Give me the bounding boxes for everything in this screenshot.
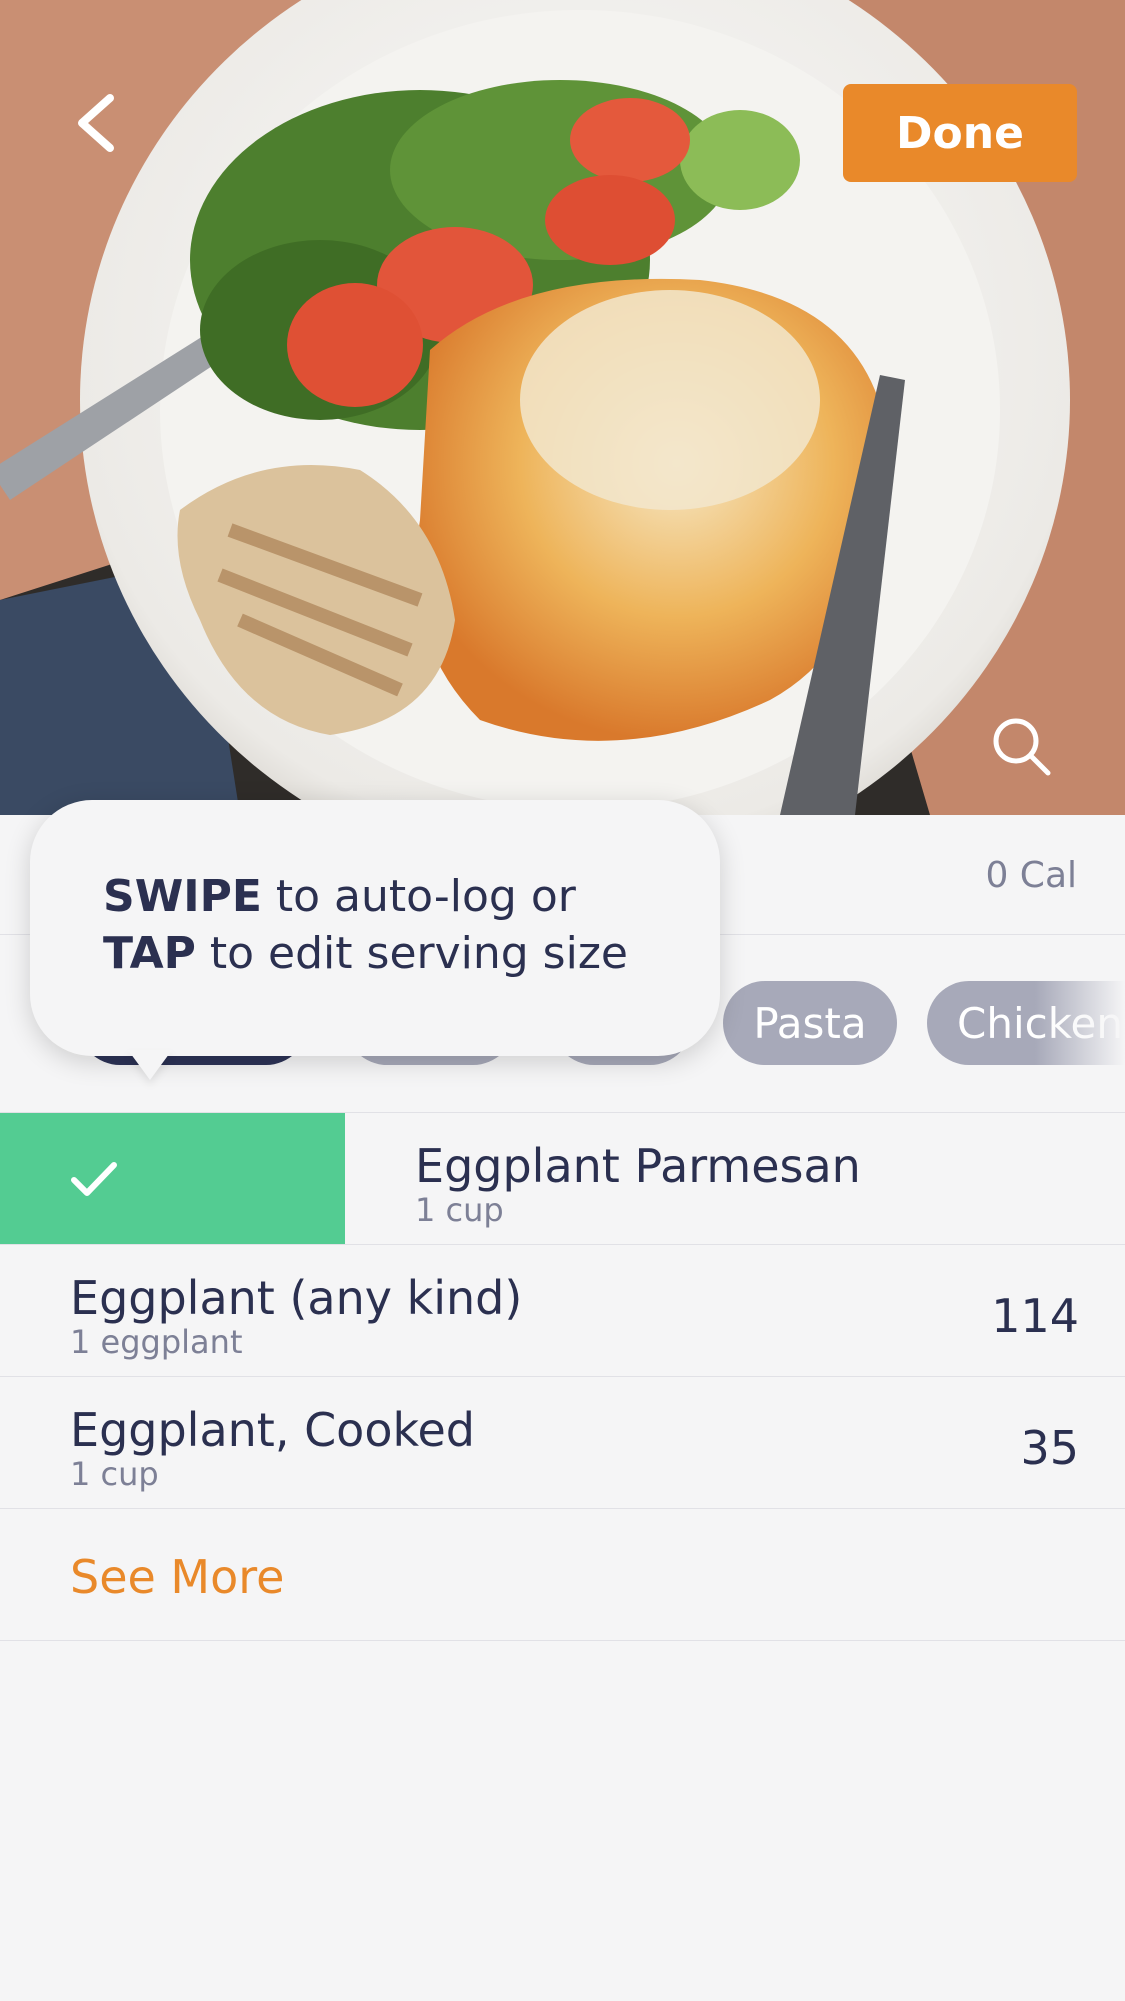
chip-pasta[interactable]: Pasta xyxy=(723,981,897,1065)
tooltip-tap-word: TAP xyxy=(103,928,196,979)
food-serving: 1 eggplant xyxy=(70,1323,243,1361)
food-serving: 1 cup xyxy=(70,1455,159,1493)
back-chevron-icon xyxy=(78,94,114,152)
tooltip-line-2-text: to edit serving size xyxy=(195,928,628,979)
search-icon xyxy=(993,718,1051,776)
food-calories: 35 xyxy=(1020,1421,1079,1475)
search-button[interactable] xyxy=(990,715,1054,779)
tooltip-swipe-word: SWIPE xyxy=(103,871,262,922)
done-button[interactable]: Done xyxy=(843,84,1077,182)
food-row[interactable]: Eggplant, Cooked 1 cup 35 xyxy=(0,1377,1125,1509)
meal-calories: 0 Cal xyxy=(985,855,1077,896)
food-name: Eggplant (any kind) xyxy=(70,1271,523,1325)
food-row[interactable]: Eggplant (any kind) 1 eggplant 114 xyxy=(0,1245,1125,1377)
tooltip-pointer xyxy=(128,1050,172,1080)
food-name: Eggplant, Cooked xyxy=(70,1403,475,1457)
tooltip-line-1-text: to auto-log or xyxy=(261,871,576,922)
chips-fade xyxy=(1035,935,1125,1112)
checkmark-icon xyxy=(71,1161,117,1196)
swipe-tap-tooltip: SWIPE to auto-log or TAP to edit serving… xyxy=(30,800,720,1056)
tooltip-line-2: TAP to edit serving size xyxy=(103,925,720,982)
swipe-log-action[interactable] xyxy=(0,1113,345,1244)
food-serving: 1 cup xyxy=(415,1191,504,1229)
back-button[interactable] xyxy=(60,88,130,158)
food-calories: 114 xyxy=(991,1289,1079,1343)
food-name: Eggplant Parmesan xyxy=(415,1139,861,1193)
tooltip-line-1: SWIPE to auto-log or xyxy=(103,868,720,925)
food-row[interactable]: Eggplant Parmesan 1 cup xyxy=(0,1113,1125,1245)
see-more-link[interactable]: See More xyxy=(70,1550,284,1604)
